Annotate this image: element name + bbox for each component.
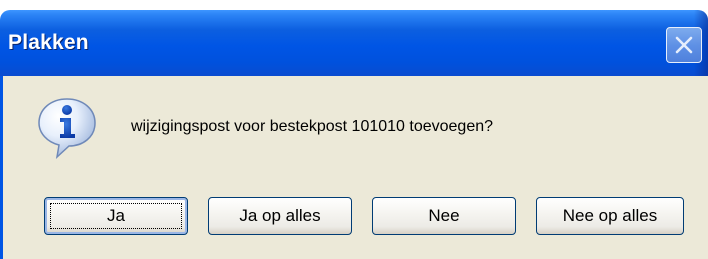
no-button-label: Nee: [428, 206, 460, 225]
dialog-window: Plakken wijzigingspost voor bestekpost 1…: [0, 0, 708, 259]
title-bar[interactable]: Plakken: [0, 10, 708, 76]
dialog-title: Plakken: [8, 31, 89, 54]
yes-button[interactable]: Ja: [44, 197, 188, 235]
dialog-message: wijzigingspost voor bestekpost 101010 to…: [131, 118, 494, 135]
yes-to-all-button[interactable]: Ja op alles: [208, 197, 352, 235]
close-icon: [675, 36, 693, 54]
no-to-all-button[interactable]: Nee op alles: [536, 197, 684, 235]
yes-button-label: Ja: [107, 206, 125, 225]
no-button[interactable]: Nee: [372, 197, 516, 235]
close-button[interactable]: [666, 27, 702, 63]
yes-to-all-button-label: Ja op alles: [239, 206, 321, 225]
information-icon: [38, 98, 96, 159]
no-to-all-button-label: Nee op alles: [562, 206, 658, 225]
